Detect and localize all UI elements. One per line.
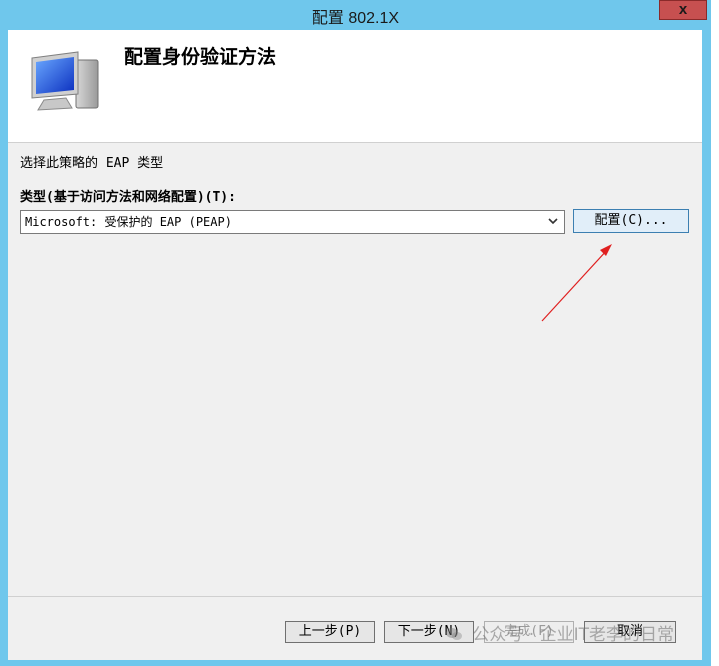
chevron-down-icon[interactable] <box>546 214 560 228</box>
back-button[interactable]: 上一步(P) <box>285 621 375 643</box>
dialog-client: 配置身份验证方法 选择此策略的 EAP 类型 类型(基于访问方法和网络配置)(T… <box>8 30 702 660</box>
computer-monitor-icon <box>31 51 99 111</box>
window-title: 配置 802.1X <box>311 10 400 27</box>
eap-type-label: 类型(基于访问方法和网络配置)(T): <box>20 190 236 205</box>
configure-button[interactable]: 配置(C)... <box>573 209 689 233</box>
footer-divider <box>8 596 702 597</box>
eap-selected-value: Microsoft: 受保护的 EAP (PEAP) <box>25 215 232 229</box>
watermark: 公众号 · 企业IT老李的日常 <box>445 620 674 645</box>
wizard-header: 配置身份验证方法 <box>8 30 702 142</box>
page-title: 配置身份验证方法 <box>124 46 277 68</box>
window-frame: 配置 802.1X x 配置身份验证方法 选择此策略的 EAP 类型 类型(基于… <box>0 0 711 666</box>
eap-prompt-label: 选择此策略的 EAP 类型 <box>20 156 164 171</box>
title-bar[interactable]: 配置 802.1X x <box>0 0 711 30</box>
header-divider <box>8 142 702 143</box>
watermark-text: 公众号 · 企业IT老李的日常 <box>472 625 675 645</box>
background-window-edge <box>711 0 719 666</box>
eap-type-dropdown[interactable]: Microsoft: 受保护的 EAP (PEAP) <box>20 210 565 234</box>
wechat-icon <box>446 628 462 640</box>
close-button[interactable]: x <box>659 0 707 20</box>
